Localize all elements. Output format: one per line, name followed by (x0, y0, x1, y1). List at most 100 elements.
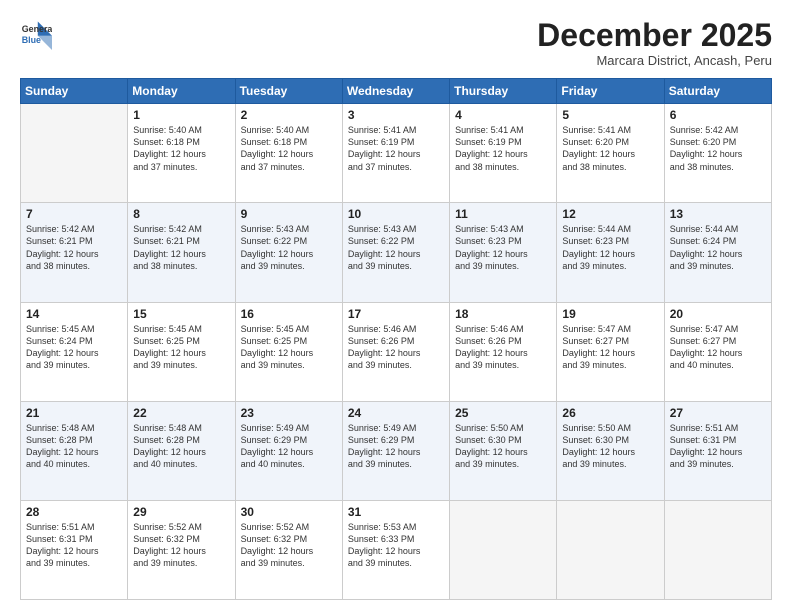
calendar-week-row: 1Sunrise: 5:40 AM Sunset: 6:18 PM Daylig… (21, 104, 772, 203)
table-row: 26Sunrise: 5:50 AM Sunset: 6:30 PM Dayli… (557, 401, 664, 500)
table-row: 29 Sunrise: 5:52 AM Sunset: 6:32 PM Dayli… (128, 500, 235, 599)
day-number: 13 (670, 207, 766, 221)
day-info: Sunrise: 5:44 AM Sunset: 6:23 PM Dayligh… (562, 223, 658, 272)
table-row: 1Sunrise: 5:40 AM Sunset: 6:18 PM Daylig… (128, 104, 235, 203)
day-number: 16 (241, 307, 337, 321)
day-number: 27 (670, 406, 766, 420)
day-number: 22 (133, 406, 229, 420)
table-row: 11Sunrise: 5:43 AM Sunset: 6:23 PM Dayli… (450, 203, 557, 302)
table-row: 23Sunrise: 5:49 AM Sunset: 6:29 PM Dayli… (235, 401, 342, 500)
day-info: Sunrise: 5:42 AM Sunset: 6:20 PM Dayligh… (670, 124, 766, 173)
table-row: 5 Sunrise: 5:41 AM Sunset: 6:20 PM Daylig… (557, 104, 664, 203)
header-friday: Friday (557, 79, 664, 104)
day-info: Sunrise: 5:53 AM Sunset: 6:33 PM Dayligh… (348, 521, 444, 570)
day-info: Sunrise: 5:45 AM Sunset: 6:24 PM Dayligh… (26, 323, 122, 372)
day-number: 2 (241, 108, 337, 122)
day-info: Sunrise: 5:46 AM Sunset: 6:26 PM Dayligh… (348, 323, 444, 372)
day-info: Sunrise: 5:45 AM Sunset: 6:25 PM Dayligh… (241, 323, 337, 372)
day-info: Sunrise: 5:50 AM Sunset: 6:30 PM Dayligh… (455, 422, 551, 471)
day-info: Sunrise: 5:48 AM Sunset: 6:28 PM Dayligh… (26, 422, 122, 471)
day-number: 10 (348, 207, 444, 221)
day-number: 9 (241, 207, 337, 221)
table-row: 15Sunrise: 5:45 AM Sunset: 6:25 PM Dayli… (128, 302, 235, 401)
day-info: Sunrise: 5:48 AM Sunset: 6:28 PM Dayligh… (133, 422, 229, 471)
day-number: 20 (670, 307, 766, 321)
header-thursday: Thursday (450, 79, 557, 104)
day-info: Sunrise: 5:42 AM Sunset: 6:21 PM Dayligh… (133, 223, 229, 272)
table-row: 14 Sunrise: 5:45 AM Sunset: 6:24 PM Dayli… (21, 302, 128, 401)
calendar-week-row: 7 Sunrise: 5:42 AM Sunset: 6:21 PM Daylig… (21, 203, 772, 302)
table-row: 25 Sunrise: 5:50 AM Sunset: 6:30 PM Dayli… (450, 401, 557, 500)
day-number: 6 (670, 108, 766, 122)
header-monday: Monday (128, 79, 235, 104)
table-row: 7Sunrise: 5:42 AM Sunset: 6:21 PM Daylig… (21, 203, 128, 302)
day-number: 28 (26, 505, 122, 519)
day-number: 5 (562, 108, 658, 122)
page: General Blue December 2025 Marcara Distr… (0, 0, 792, 612)
header-tuesday: Tuesday (235, 79, 342, 104)
table-row: 3 Sunrise: 5:41 AM Sunset: 6:19 PM Daylig… (342, 104, 449, 203)
day-info: Sunrise: 5:44 AM Sunset: 6:24 PM Dayligh… (670, 223, 766, 272)
table-row (557, 500, 664, 599)
day-number: 18 (455, 307, 551, 321)
day-number: 12 (562, 207, 658, 221)
day-info: Sunrise: 5:41 AM Sunset: 6:19 PM Dayligh… (348, 124, 444, 173)
calendar-week-row: 14 Sunrise: 5:45 AM Sunset: 6:24 PM Dayli… (21, 302, 772, 401)
weekday-header-row: Sunday Monday Tuesday Wednesday Thursday… (21, 79, 772, 104)
table-row: 16 Sunrise: 5:45 AM Sunset: 6:25 PM Dayli… (235, 302, 342, 401)
day-info: Sunrise: 5:52 AM Sunset: 6:32 PM Dayligh… (133, 521, 229, 570)
table-row: 4 Sunrise: 5:41 AM Sunset: 6:19 PM Daylig… (450, 104, 557, 203)
day-info: Sunrise: 5:47 AM Sunset: 6:27 PM Dayligh… (670, 323, 766, 372)
table-row: 18 Sunrise: 5:46 AM Sunset: 6:26 PM Dayli… (450, 302, 557, 401)
day-number: 14 (26, 307, 122, 321)
day-info: Sunrise: 5:41 AM Sunset: 6:20 PM Dayligh… (562, 124, 658, 173)
table-row: 31Sunrise: 5:53 AM Sunset: 6:33 PM Dayli… (342, 500, 449, 599)
day-info: Sunrise: 5:50 AM Sunset: 6:30 PM Dayligh… (562, 422, 658, 471)
header-wednesday: Wednesday (342, 79, 449, 104)
day-number: 19 (562, 307, 658, 321)
day-number: 7 (26, 207, 122, 221)
table-row: 20 Sunrise: 5:47 AM Sunset: 6:27 PM Dayli… (664, 302, 771, 401)
table-row: 27Sunrise: 5:51 AM Sunset: 6:31 PM Dayli… (664, 401, 771, 500)
header-saturday: Saturday (664, 79, 771, 104)
calendar-week-row: 21Sunrise: 5:48 AM Sunset: 6:28 PM Dayli… (21, 401, 772, 500)
day-info: Sunrise: 5:51 AM Sunset: 6:31 PM Dayligh… (26, 521, 122, 570)
table-row: 8 Sunrise: 5:42 AM Sunset: 6:21 PM Daylig… (128, 203, 235, 302)
table-row: 17 Sunrise: 5:46 AM Sunset: 6:26 PM Dayli… (342, 302, 449, 401)
day-number: 23 (241, 406, 337, 420)
title-block: December 2025 Marcara District, Ancash, … (537, 18, 772, 68)
day-number: 8 (133, 207, 229, 221)
day-number: 24 (348, 406, 444, 420)
day-info: Sunrise: 5:43 AM Sunset: 6:22 PM Dayligh… (241, 223, 337, 272)
day-number: 25 (455, 406, 551, 420)
day-number: 29 (133, 505, 229, 519)
logo: General Blue (20, 18, 52, 50)
day-info: Sunrise: 5:41 AM Sunset: 6:19 PM Dayligh… (455, 124, 551, 173)
calendar-table: Sunday Monday Tuesday Wednesday Thursday… (20, 78, 772, 600)
table-row (450, 500, 557, 599)
day-info: Sunrise: 5:40 AM Sunset: 6:18 PM Dayligh… (133, 124, 229, 173)
table-row: 9 Sunrise: 5:43 AM Sunset: 6:22 PM Daylig… (235, 203, 342, 302)
day-info: Sunrise: 5:43 AM Sunset: 6:23 PM Dayligh… (455, 223, 551, 272)
day-info: Sunrise: 5:47 AM Sunset: 6:27 PM Dayligh… (562, 323, 658, 372)
day-number: 17 (348, 307, 444, 321)
table-row: 6 Sunrise: 5:42 AM Sunset: 6:20 PM Daylig… (664, 104, 771, 203)
table-row: 22 Sunrise: 5:48 AM Sunset: 6:28 PM Dayli… (128, 401, 235, 500)
location: Marcara District, Ancash, Peru (537, 53, 772, 68)
day-info: Sunrise: 5:52 AM Sunset: 6:32 PM Dayligh… (241, 521, 337, 570)
logo-icon: General Blue (20, 18, 52, 50)
day-info: Sunrise: 5:46 AM Sunset: 6:26 PM Dayligh… (455, 323, 551, 372)
svg-text:Blue: Blue (22, 35, 41, 45)
day-number: 3 (348, 108, 444, 122)
day-info: Sunrise: 5:49 AM Sunset: 6:29 PM Dayligh… (348, 422, 444, 471)
table-row: 10Sunrise: 5:43 AM Sunset: 6:22 PM Dayli… (342, 203, 449, 302)
table-row: 30 Sunrise: 5:52 AM Sunset: 6:32 PM Dayli… (235, 500, 342, 599)
day-number: 4 (455, 108, 551, 122)
table-row: 12 Sunrise: 5:44 AM Sunset: 6:23 PM Dayli… (557, 203, 664, 302)
day-number: 30 (241, 505, 337, 519)
calendar-week-row: 28 Sunrise: 5:51 AM Sunset: 6:31 PM Dayli… (21, 500, 772, 599)
header: General Blue December 2025 Marcara Distr… (20, 18, 772, 68)
table-row: 2Sunrise: 5:40 AM Sunset: 6:18 PM Daylig… (235, 104, 342, 203)
day-number: 15 (133, 307, 229, 321)
table-row (21, 104, 128, 203)
